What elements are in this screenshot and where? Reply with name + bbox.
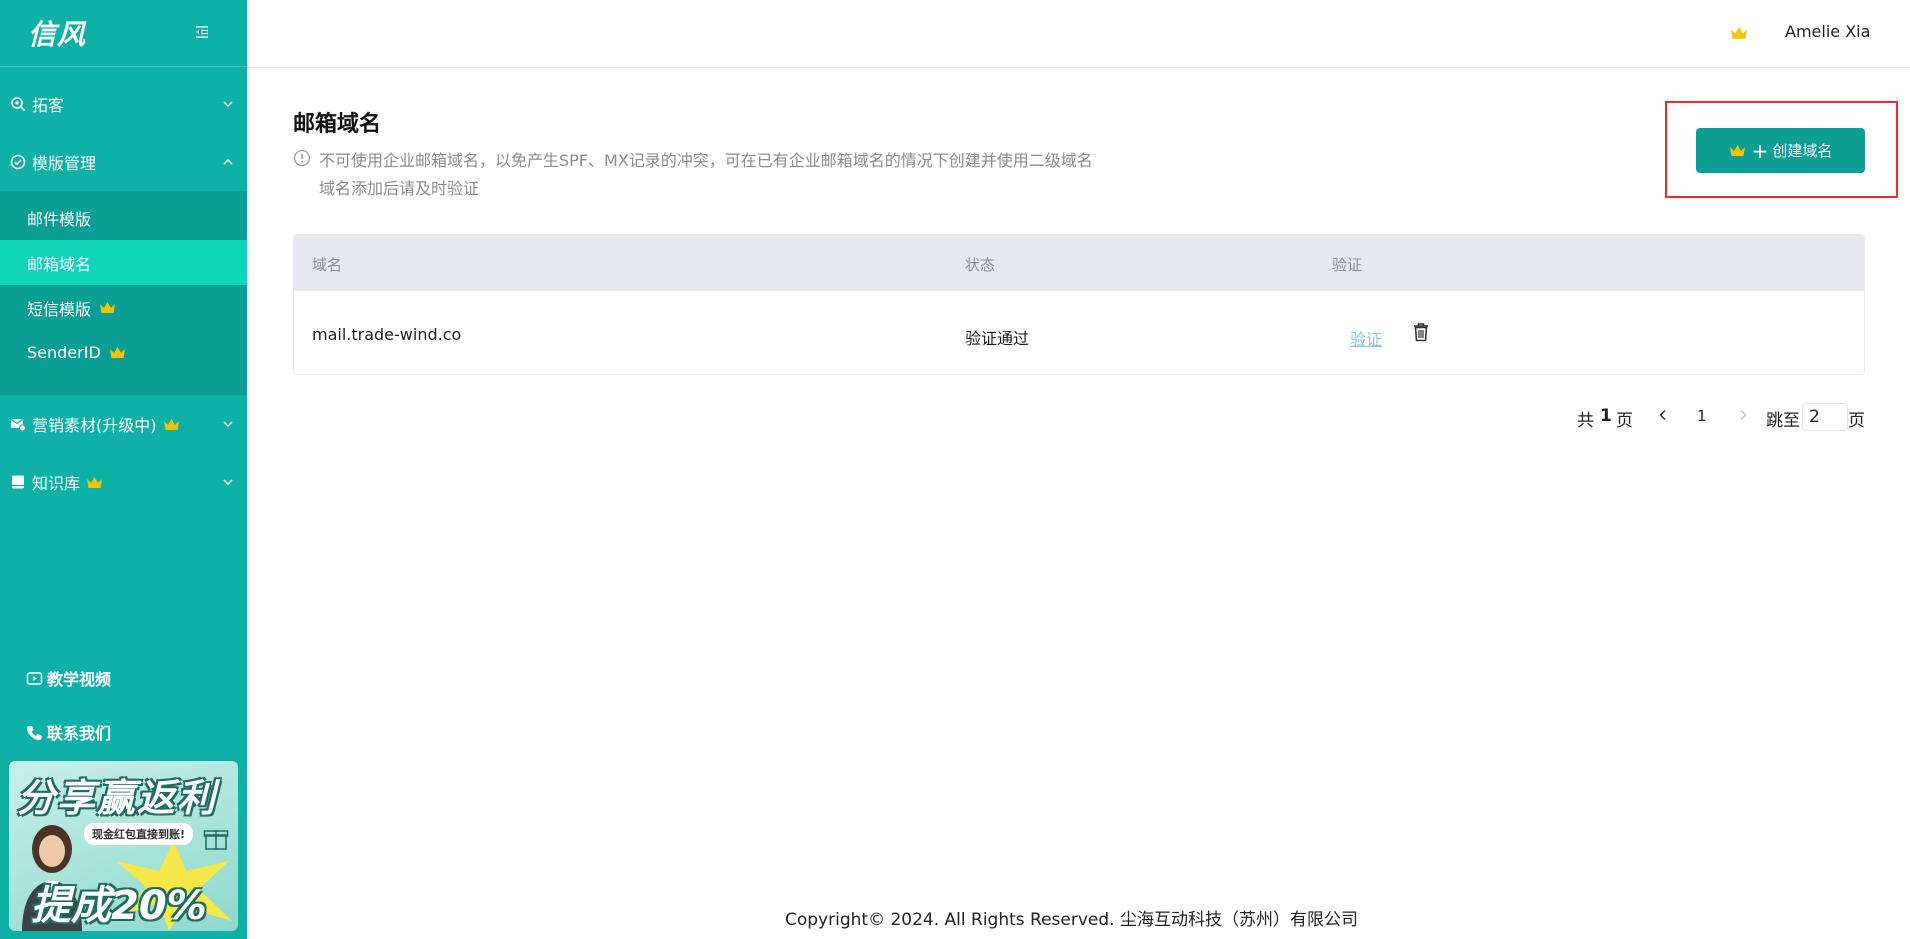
check-circle-icon <box>10 154 26 170</box>
video-icon <box>26 671 43 685</box>
jump-to-prefix: 跳至 <box>1766 411 1800 431</box>
domain-tip-text: 不可使用企业邮箱域名，以免产生SPF、MX记录的冲突，可在已有企业邮箱域名的情况… <box>319 151 1093 170</box>
crown-icon <box>100 302 116 313</box>
sidebar-group-label: 模版管理 <box>32 154 97 173</box>
status-cell: 验证通过 <box>965 329 1030 348</box>
sidebar-item-label: SenderID <box>27 343 101 362</box>
promo-title: 分享赢返利 <box>17 776 218 820</box>
sidebar: 信风 拓客 模版管理 邮件模版 邮箱域名 短信模版 SenderID 营销素材(… <box>0 0 247 939</box>
domain-table: 域名 状态 验证 mail.trade-wind.co 验证通过 验证 <box>293 234 1865 375</box>
top-header: Amelie Xia <box>247 0 1910 68</box>
sidebar-group-prospecting[interactable]: 拓客 <box>0 75 247 133</box>
brand-logo[interactable]: 信风 <box>28 13 86 53</box>
plus-icon: + <box>1751 138 1769 163</box>
gift-icon <box>203 830 229 850</box>
tutorial-videos-link[interactable]: 教学视频 <box>26 666 111 690</box>
verify-link[interactable]: 验证 <box>1350 326 1382 350</box>
create-domain-button[interactable]: + 创建域名 <box>1696 128 1865 173</box>
sidebar-item-sms-templates[interactable]: 短信模版 <box>0 285 247 330</box>
crown-icon <box>87 476 103 488</box>
domain-tip-text: 域名添加后请及时验证 <box>319 179 480 198</box>
next-page-icon[interactable] <box>1736 408 1750 422</box>
mail-settings-icon <box>11 419 26 432</box>
sidebar-group-marketing-assets[interactable]: 营销素材(升级中) <box>0 395 247 453</box>
table-row: mail.trade-wind.co 验证通过 验证 <box>294 291 1864 374</box>
bottom-link-label: 联系我们 <box>47 724 112 743</box>
info-circle-icon <box>293 149 311 167</box>
create-domain-label: 创建域名 <box>1772 142 1833 160</box>
promo-badge: 现金红包直接到账! <box>84 823 194 845</box>
jump-to-page-input[interactable] <box>1802 403 1848 431</box>
sidebar-item-label: 短信模版 <box>27 299 92 319</box>
contact-us-link[interactable]: 联系我们 <box>26 720 111 744</box>
bottom-link-label: 教学视频 <box>47 670 112 689</box>
page-number-current[interactable]: 1 <box>1697 407 1707 425</box>
brand-header: 信风 <box>0 0 247 67</box>
domain-cell: mail.trade-wind.co <box>312 325 462 344</box>
sidebar-item-email-templates[interactable]: 邮件模版 <box>0 195 247 240</box>
column-header-domain: 域名 <box>312 256 343 274</box>
crown-icon <box>1729 145 1745 156</box>
column-header-status: 状态 <box>965 256 996 274</box>
chevron-up-icon <box>223 158 233 165</box>
pagination-total-pages: 1 <box>1600 406 1612 426</box>
search-icon <box>11 97 26 112</box>
referral-promo-banner[interactable]: 分享赢返利 现金红包直接到账! 提成20% <box>9 761 238 931</box>
menu-collapse-icon[interactable] <box>194 24 210 40</box>
sidebar-item-label: 邮箱域名 <box>27 254 92 274</box>
sidebar-group-label: 拓客 <box>32 96 65 115</box>
jump-to-suffix: 页 <box>1848 411 1865 431</box>
phone-icon <box>27 725 42 740</box>
column-header-verify: 验证 <box>1332 256 1363 274</box>
pagination-total-prefix: 共 <box>1577 411 1594 431</box>
chevron-down-icon <box>223 101 233 108</box>
promo-commission: 提成20% <box>31 883 207 929</box>
crown-icon[interactable] <box>1730 26 1748 40</box>
sidebar-item-label: 邮件模版 <box>27 209 92 229</box>
page-title: 邮箱域名 <box>293 112 382 137</box>
footer-copyright: Copyright© 2024. All Rights Reserved. 尘海… <box>785 910 1358 930</box>
sidebar-group-label: 知识库 <box>32 474 81 493</box>
trash-icon[interactable] <box>1412 322 1430 342</box>
table-header: 域名 状态 验证 <box>294 235 1864 291</box>
sidebar-group-templates[interactable]: 模版管理 <box>0 133 247 191</box>
crown-icon <box>109 347 125 358</box>
sidebar-item-email-domains[interactable]: 邮箱域名 <box>0 240 247 285</box>
chevron-down-icon <box>223 479 233 486</box>
crown-icon <box>163 418 179 430</box>
chevron-down-icon <box>223 421 233 428</box>
prev-page-icon[interactable] <box>1656 408 1670 422</box>
sidebar-group-knowledge-base[interactable]: 知识库 <box>0 453 247 511</box>
sidebar-item-senderid[interactable]: SenderID <box>0 330 247 375</box>
templates-submenu: 邮件模版 邮箱域名 短信模版 SenderID <box>0 191 247 395</box>
user-name[interactable]: Amelie Xia <box>1785 22 1870 41</box>
pagination-total-suffix: 页 <box>1616 411 1633 431</box>
sidebar-group-label: 营销素材(升级中) <box>32 416 157 435</box>
book-icon <box>12 475 24 489</box>
